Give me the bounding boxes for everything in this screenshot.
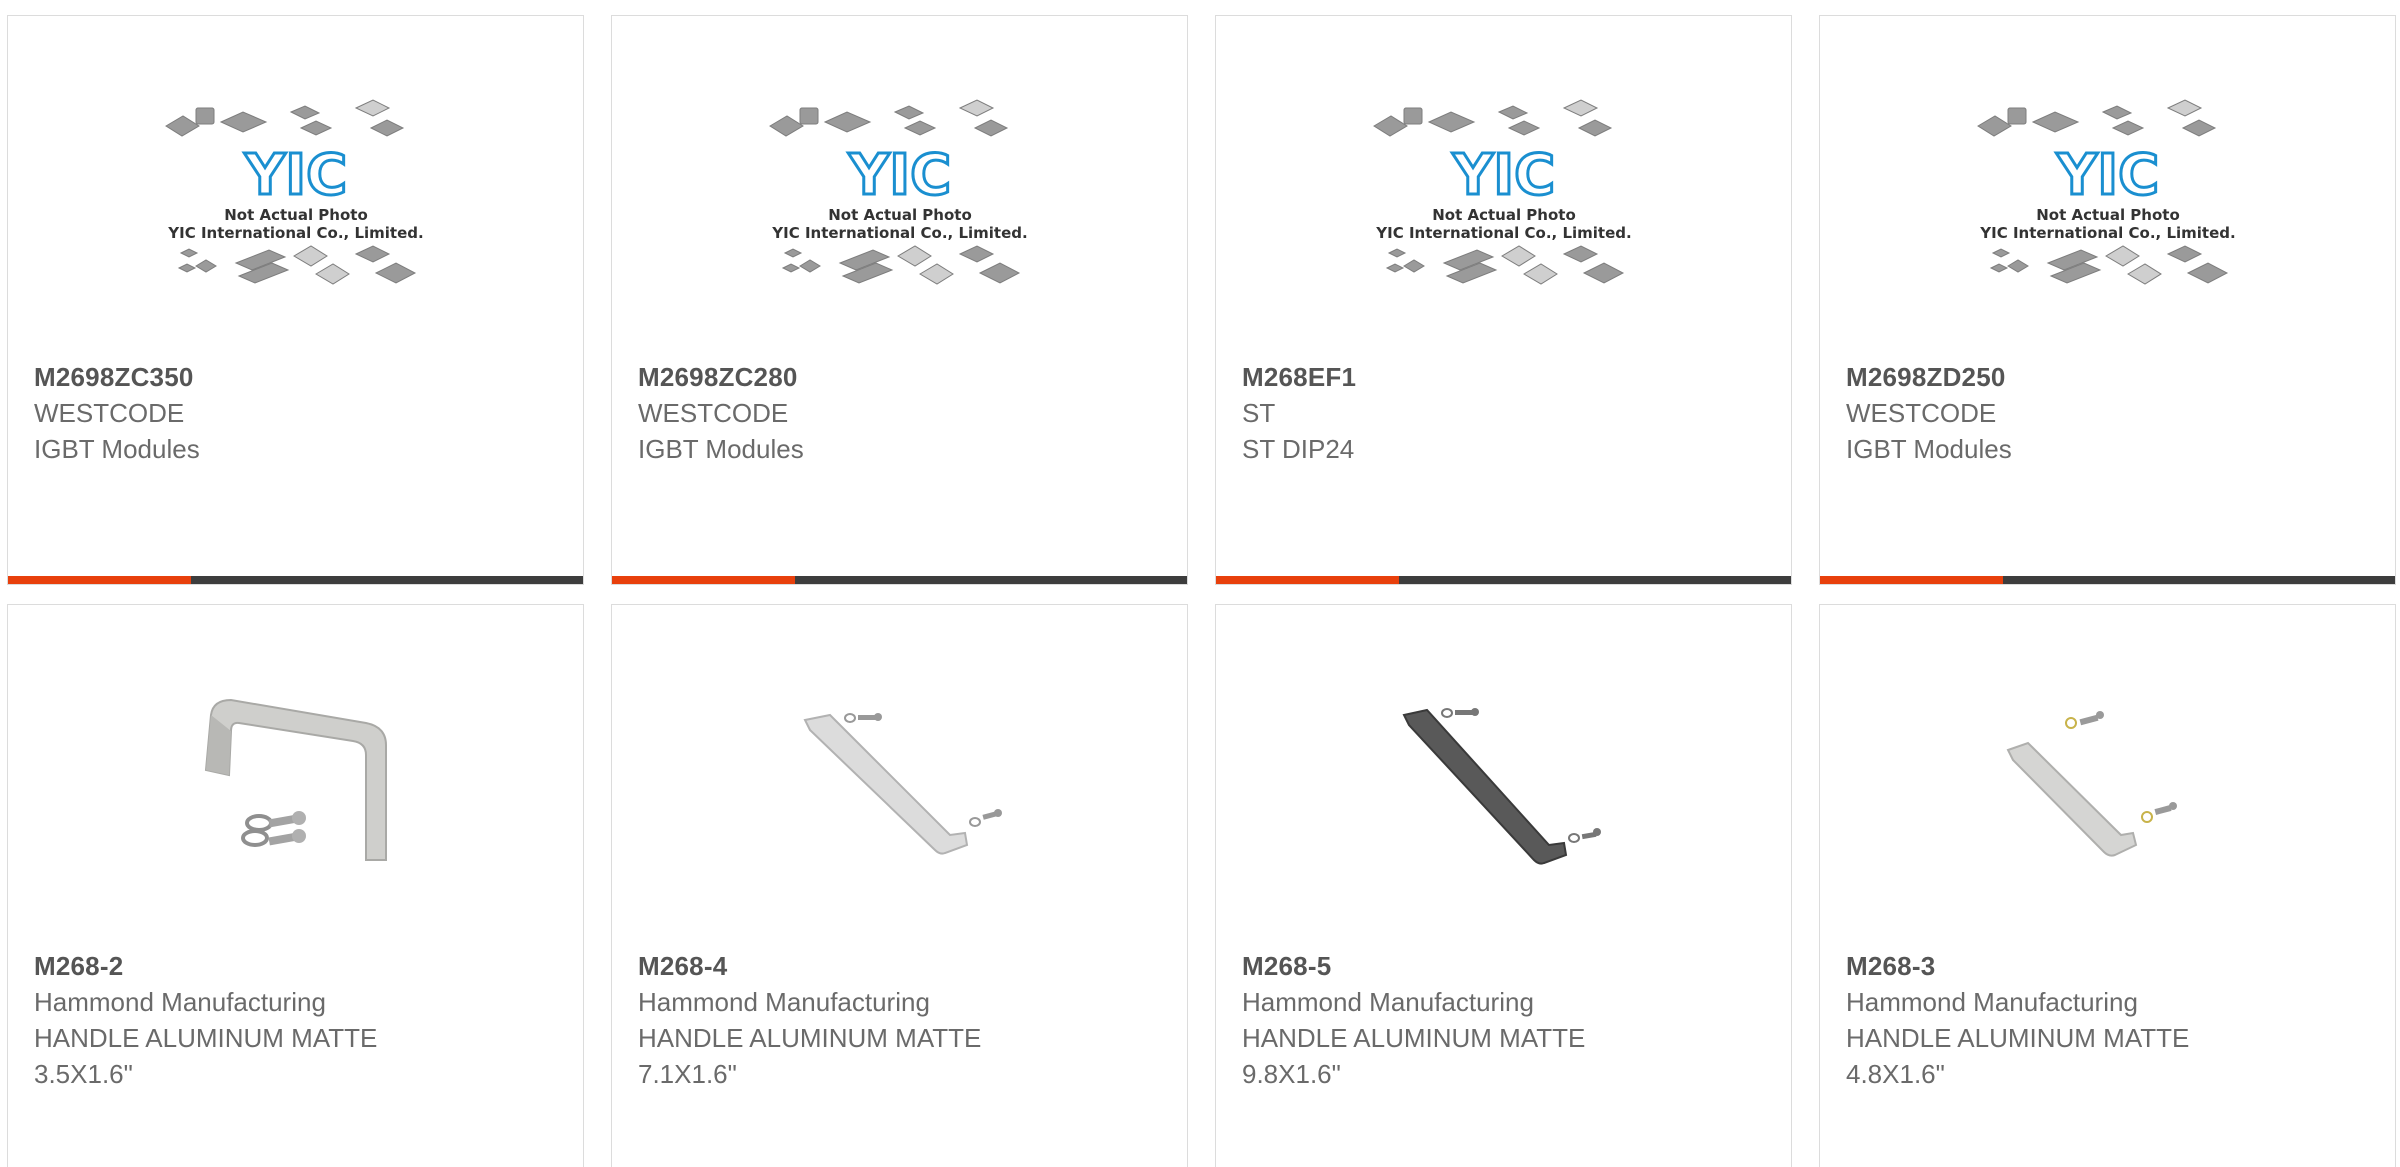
description: IGBT Modules [638,434,804,464]
product-card[interactable]: YIC Not Actual Photo YIC International C… [611,15,1188,585]
product-card[interactable]: M268-3 Hammond Manufacturing HANDLE ALUM… [1819,604,2396,1167]
black-handle-image [1402,708,1601,865]
manufacturer: WESTCODE [1846,398,1997,428]
product-card[interactable]: M268-5 Hammond Manufacturing HANDLE ALUM… [1215,604,1792,1167]
product-image[interactable] [1216,675,1791,885]
manufacturer: WESTCODE [638,398,789,428]
placeholder-line2: YIC International Co., Limited. [167,224,423,242]
placeholder-line1: Not Actual Photo [1432,206,1576,224]
yic-placeholder-image: YIC Not Actual Photo YIC International C… [1372,99,1631,285]
card-accent-bar [8,576,583,584]
aluminum-handle-image [2006,711,2177,857]
description: IGBT Modules [1846,434,2012,464]
product-info: M2698ZD250 WESTCODE IGBT Modules [1846,359,2375,467]
part-number[interactable]: M268-3 [1846,948,2375,984]
product-image[interactable]: YIC Not Actual Photo YIC International C… [1216,86,1791,326]
part-number[interactable]: M2698ZC280 [638,359,1167,395]
product-card[interactable]: M268-2 Hammond Manufacturing HANDLE ALUM… [7,604,584,1167]
product-info: M268-5 Hammond Manufacturing HANDLE ALUM… [1242,948,1771,1092]
manufacturer: Hammond Manufacturing [1846,987,2138,1017]
card-accent-bar [1216,576,1791,584]
accent-highlight [1216,576,1399,584]
part-number[interactable]: M268-2 [34,948,563,984]
product-image[interactable] [612,675,1187,885]
yic-placeholder-image: YIC Not Actual Photo YIC International C… [1976,99,2235,285]
accent-highlight [612,576,795,584]
manufacturer: Hammond Manufacturing [638,987,930,1017]
product-card[interactable]: YIC Not Actual Photo YIC International C… [1215,15,1792,585]
description: ST DIP24 [1242,434,1355,464]
accent-highlight [1820,576,2003,584]
product-image[interactable] [8,675,583,885]
product-image[interactable]: YIC Not Actual Photo YIC International C… [1820,86,2395,326]
part-number[interactable]: M268-5 [1242,948,1771,984]
manufacturer: ST [1242,398,1276,428]
product-info: M268EF1 ST ST DIP24 [1242,359,1771,467]
placeholder-line2: YIC International Co., Limited. [1979,224,2235,242]
manufacturer: Hammond Manufacturing [1242,987,1534,1017]
yic-logo: YIC [1451,143,1554,208]
placeholder-line1: Not Actual Photo [224,206,368,224]
product-info: M2698ZC280 WESTCODE IGBT Modules [638,359,1167,467]
product-info: M268-4 Hammond Manufacturing HANDLE ALUM… [638,948,1167,1092]
description: HANDLE ALUMINUM MATTE 7.1X1.6" [638,1023,982,1089]
description: HANDLE ALUMINUM MATTE 9.8X1.6" [1242,1023,1586,1089]
product-card[interactable]: YIC Not Actual Photo YIC International C… [7,15,584,585]
card-accent-bar [1820,576,2395,584]
part-number[interactable]: M268EF1 [1242,359,1771,395]
product-info: M268-3 Hammond Manufacturing HANDLE ALUM… [1846,948,2375,1092]
product-card[interactable]: M268-4 Hammond Manufacturing HANDLE ALUM… [611,604,1188,1167]
placeholder-line2: YIC International Co., Limited. [771,224,1027,242]
placeholder-line1: Not Actual Photo [2036,206,2180,224]
part-number[interactable]: M2698ZC350 [34,359,563,395]
manufacturer: Hammond Manufacturing [34,987,326,1017]
product-image[interactable] [1820,675,2395,885]
description: HANDLE ALUMINUM MATTE 4.8X1.6" [1846,1023,2190,1089]
product-info: M268-2 Hammond Manufacturing HANDLE ALUM… [34,948,563,1092]
description: IGBT Modules [34,434,200,464]
aluminum-handle-image [803,713,1002,855]
part-number[interactable]: M268-4 [638,948,1167,984]
manufacturer: WESTCODE [34,398,185,428]
product-grid: YIC Not Actual Photo YIC International C… [0,0,2400,1167]
aluminum-handle-short-image [204,698,387,861]
description: HANDLE ALUMINUM MATTE 3.5X1.6" [34,1023,378,1089]
part-number[interactable]: M2698ZD250 [1846,359,2375,395]
accent-highlight [8,576,191,584]
product-info: M2698ZC350 WESTCODE IGBT Modules [34,359,563,467]
yic-placeholder-image: YIC Not Actual Photo YIC International C… [768,99,1027,285]
product-image[interactable]: YIC Not Actual Photo YIC International C… [8,86,583,326]
card-accent-bar [612,576,1187,584]
placeholder-line2: YIC International Co., Limited. [1375,224,1631,242]
product-card[interactable]: YIC Not Actual Photo YIC International C… [1819,15,2396,585]
product-image[interactable]: YIC Not Actual Photo YIC International C… [612,86,1187,326]
yic-logo: YIC [243,143,346,208]
placeholder-line1: Not Actual Photo [828,206,972,224]
yic-logo: YIC [847,143,950,208]
yic-placeholder-image: YIC Not Actual Photo YIC International C… [164,99,423,285]
yic-logo: YIC [2055,143,2158,208]
